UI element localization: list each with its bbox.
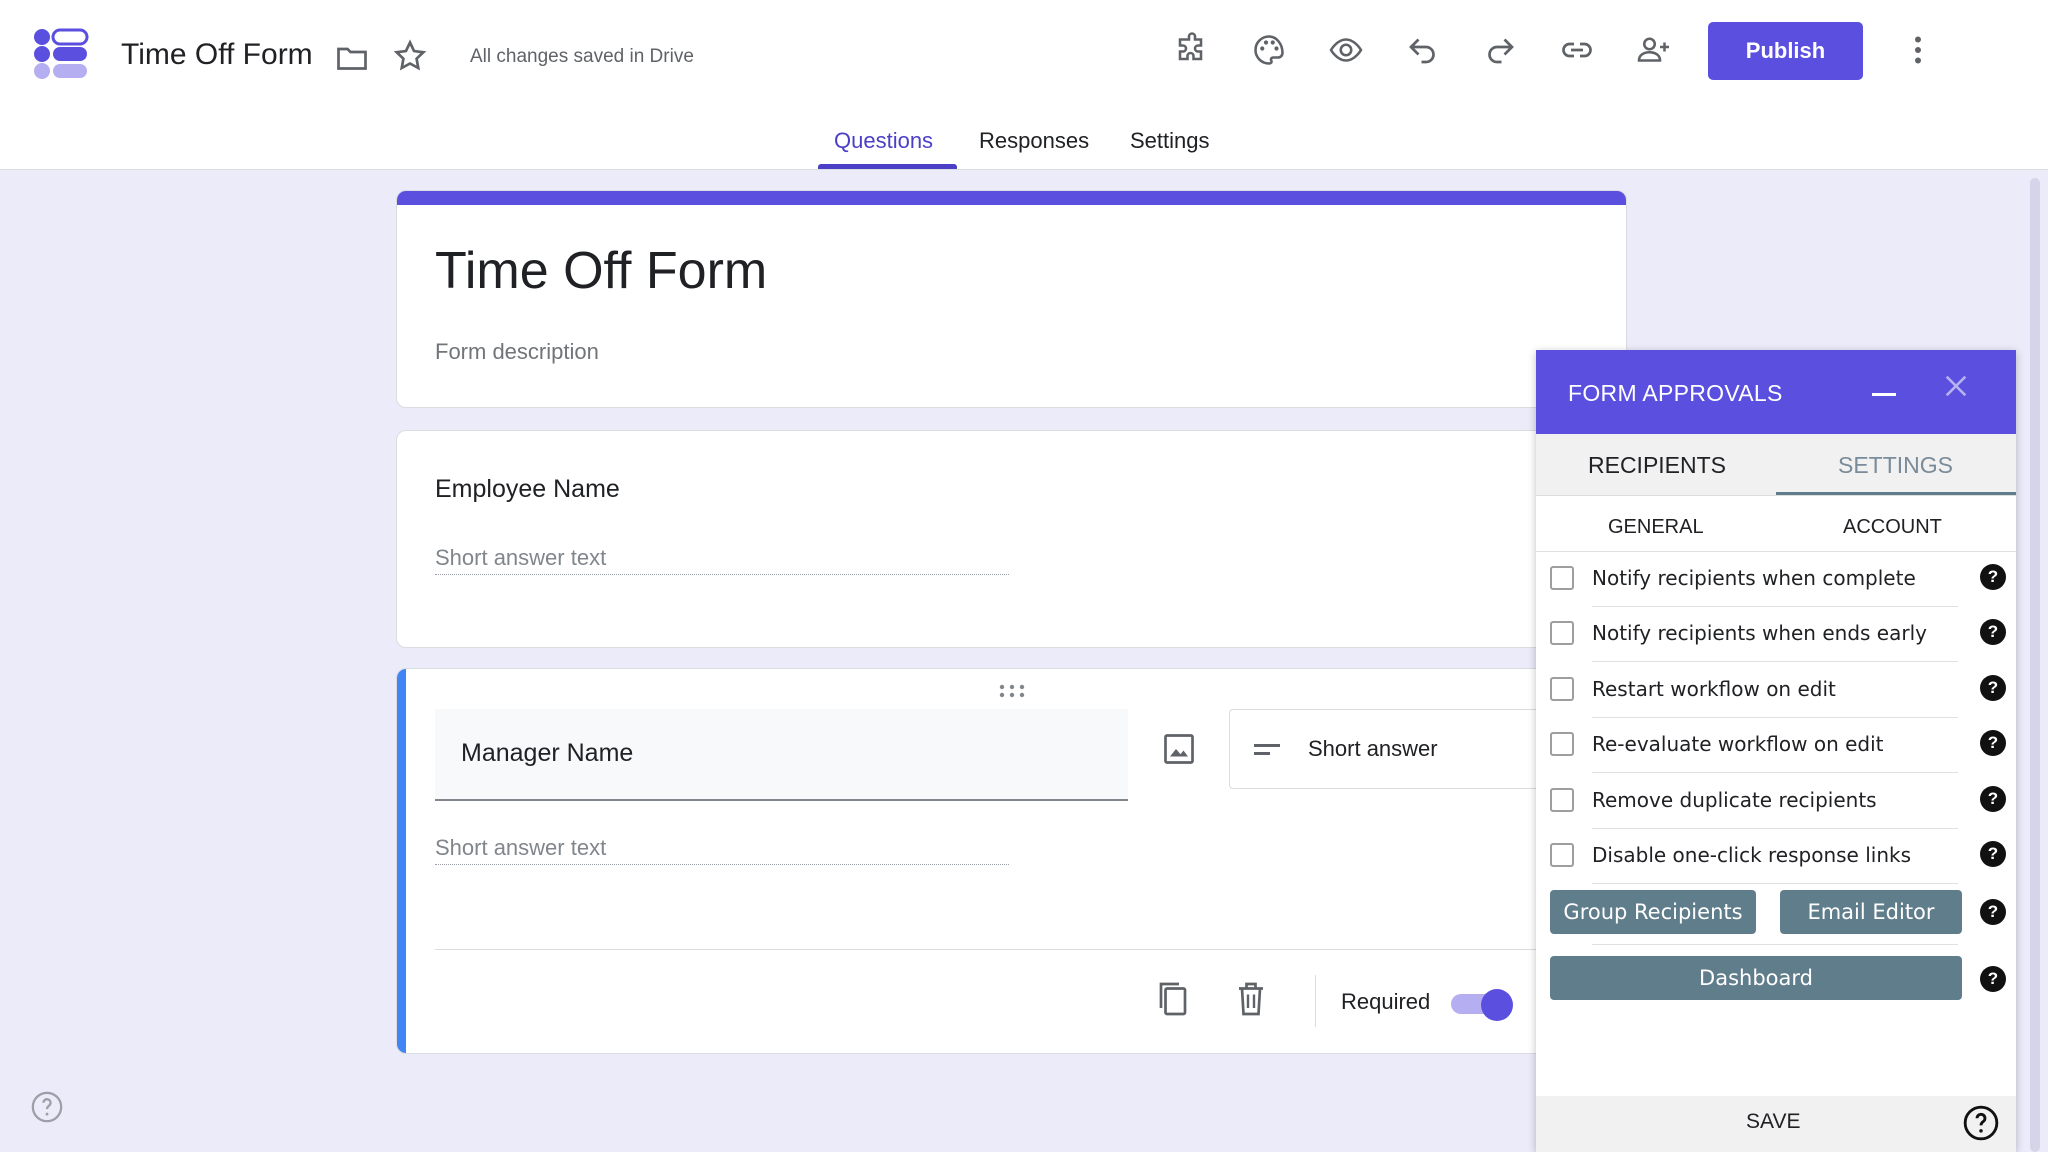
panel-title: FORM APPROVALS <box>1568 380 1783 406</box>
divider <box>435 949 1626 950</box>
palette-icon[interactable] <box>1249 30 1289 70</box>
tab-recipients[interactable]: RECIPIENTS <box>1588 452 1726 479</box>
form-title-card: Time Off Form Form description <box>396 190 1627 408</box>
option-label: Remove duplicate recipients <box>1592 788 1877 812</box>
page-scrollbar[interactable] <box>2030 178 2040 1152</box>
subtab-account[interactable]: ACCOUNT <box>1843 516 1942 539</box>
close-icon[interactable] <box>1942 372 1970 400</box>
checkbox[interactable] <box>1550 843 1574 867</box>
dashboard-button[interactable]: Dashboard <box>1550 956 1962 1000</box>
form-tabs: Questions Responses Settings <box>0 120 2048 170</box>
add-collaborator-icon[interactable] <box>1634 30 1674 70</box>
active-tab-indicator <box>818 164 957 169</box>
group-recipients-button[interactable]: Group Recipients <box>1550 890 1756 934</box>
footer-divider <box>1315 975 1316 1027</box>
email-editor-button[interactable]: Email Editor <box>1780 890 1962 934</box>
help-icon[interactable]: ? <box>1980 966 2006 992</box>
tab-settings[interactable]: Settings <box>1130 128 1210 154</box>
form-description-input[interactable]: Form description <box>435 339 599 365</box>
divider <box>1592 772 1958 773</box>
panel-footer: SAVE <box>1536 1096 2016 1152</box>
help-icon[interactable]: ? <box>1980 619 2006 645</box>
option-restart-workflow[interactable]: Restart workflow on edit ? <box>1546 663 2006 718</box>
delete-icon[interactable] <box>1233 979 1269 1019</box>
drag-handle-icon[interactable] <box>997 683 1027 699</box>
save-button[interactable]: SAVE <box>1746 1110 1800 1134</box>
option-label: Notify recipients when complete <box>1592 566 1916 590</box>
app-header: Time Off Form All changes saved in Drive… <box>0 0 2048 170</box>
save-status: All changes saved in Drive <box>470 46 694 67</box>
short-answer-placeholder: Short answer text <box>435 835 1009 865</box>
subtab-general[interactable]: GENERAL <box>1608 516 1704 539</box>
panel-tabs: RECIPIENTS SETTINGS <box>1536 434 2016 496</box>
help-icon[interactable]: ? <box>1980 841 2006 867</box>
required-label: Required <box>1341 989 1431 1014</box>
addon-icon[interactable] <box>1172 30 1212 70</box>
option-notify-ends-early[interactable]: Notify recipients when ends early ? <box>1546 607 2006 662</box>
title-card-accent-bar <box>397 191 1626 205</box>
publish-button[interactable]: Publish <box>1708 22 1863 80</box>
question-title: Employee Name <box>435 475 620 503</box>
tab-responses[interactable]: Responses <box>979 128 1089 154</box>
divider <box>1592 661 1958 662</box>
checkbox[interactable] <box>1550 621 1574 645</box>
star-icon[interactable] <box>392 38 428 74</box>
short-answer-placeholder: Short answer text <box>435 545 1009 575</box>
question-title-input[interactable]: Manager Name <box>435 709 1128 801</box>
option-label: Re-evaluate workflow on edit <box>1592 732 1884 756</box>
help-icon[interactable] <box>30 1090 64 1124</box>
help-icon[interactable]: ? <box>1980 899 2006 925</box>
toggle-knob <box>1481 989 1513 1021</box>
panel-subtabs: GENERAL ACCOUNT <box>1536 496 2016 552</box>
help-icon[interactable]: ? <box>1980 786 2006 812</box>
question-card-manager-name[interactable]: Manager Name Short answer Short answer t… <box>396 668 1627 1054</box>
option-label: Notify recipients when ends early <box>1592 621 1927 645</box>
active-question-bar <box>397 669 406 1053</box>
help-icon[interactable]: ? <box>1980 730 2006 756</box>
add-image-icon[interactable] <box>1161 731 1197 767</box>
help-icon[interactable]: ? <box>1980 675 2006 701</box>
panel-header: FORM APPROVALS <box>1536 350 2016 434</box>
question-type-value: Short answer <box>1308 736 1438 761</box>
preview-icon[interactable] <box>1326 30 1366 70</box>
panel-tab-indicator <box>1776 492 2016 495</box>
option-notify-complete[interactable]: Notify recipients when complete ? <box>1546 552 2006 607</box>
more-vert-icon[interactable] <box>1900 30 1936 70</box>
form-approvals-panel: FORM APPROVALS RECIPIENTS SETTINGS GENER… <box>1536 350 2016 1152</box>
tab-questions[interactable]: Questions <box>834 128 933 154</box>
form-title[interactable]: Time Off Form <box>435 241 767 301</box>
divider <box>1592 883 1958 884</box>
checkbox[interactable] <box>1550 732 1574 756</box>
checkbox[interactable] <box>1550 677 1574 701</box>
option-label: Disable one-click response links <box>1592 843 1912 867</box>
undo-icon[interactable] <box>1403 30 1443 70</box>
required-toggle[interactable] <box>1451 989 1513 1021</box>
minimize-icon[interactable] <box>1872 390 1896 396</box>
option-remove-duplicates[interactable]: Remove duplicate recipients ? <box>1546 774 2006 829</box>
option-disable-one-click[interactable]: Disable one-click response links ? <box>1546 829 2006 884</box>
document-title[interactable]: Time Off Form <box>121 38 313 72</box>
link-icon[interactable] <box>1557 30 1597 70</box>
duplicate-icon[interactable] <box>1155 979 1191 1019</box>
checkbox[interactable] <box>1550 788 1574 812</box>
checkbox[interactable] <box>1550 566 1574 590</box>
redo-icon[interactable] <box>1480 30 1520 70</box>
help-icon[interactable] <box>1962 1104 2000 1142</box>
folder-icon[interactable] <box>334 40 370 76</box>
question-title-value: Manager Name <box>461 739 634 767</box>
forms-logo-icon[interactable] <box>33 28 89 80</box>
question-card-employee-name[interactable]: Employee Name Short answer text <box>396 430 1627 648</box>
option-label: Restart workflow on edit <box>1592 677 1836 701</box>
help-icon[interactable]: ? <box>1980 564 2006 590</box>
option-reevaluate-workflow[interactable]: Re-evaluate workflow on edit ? <box>1546 718 2006 773</box>
short-answer-icon <box>1254 744 1280 755</box>
tab-panel-settings[interactable]: SETTINGS <box>1838 452 1953 479</box>
divider <box>1592 944 1958 945</box>
